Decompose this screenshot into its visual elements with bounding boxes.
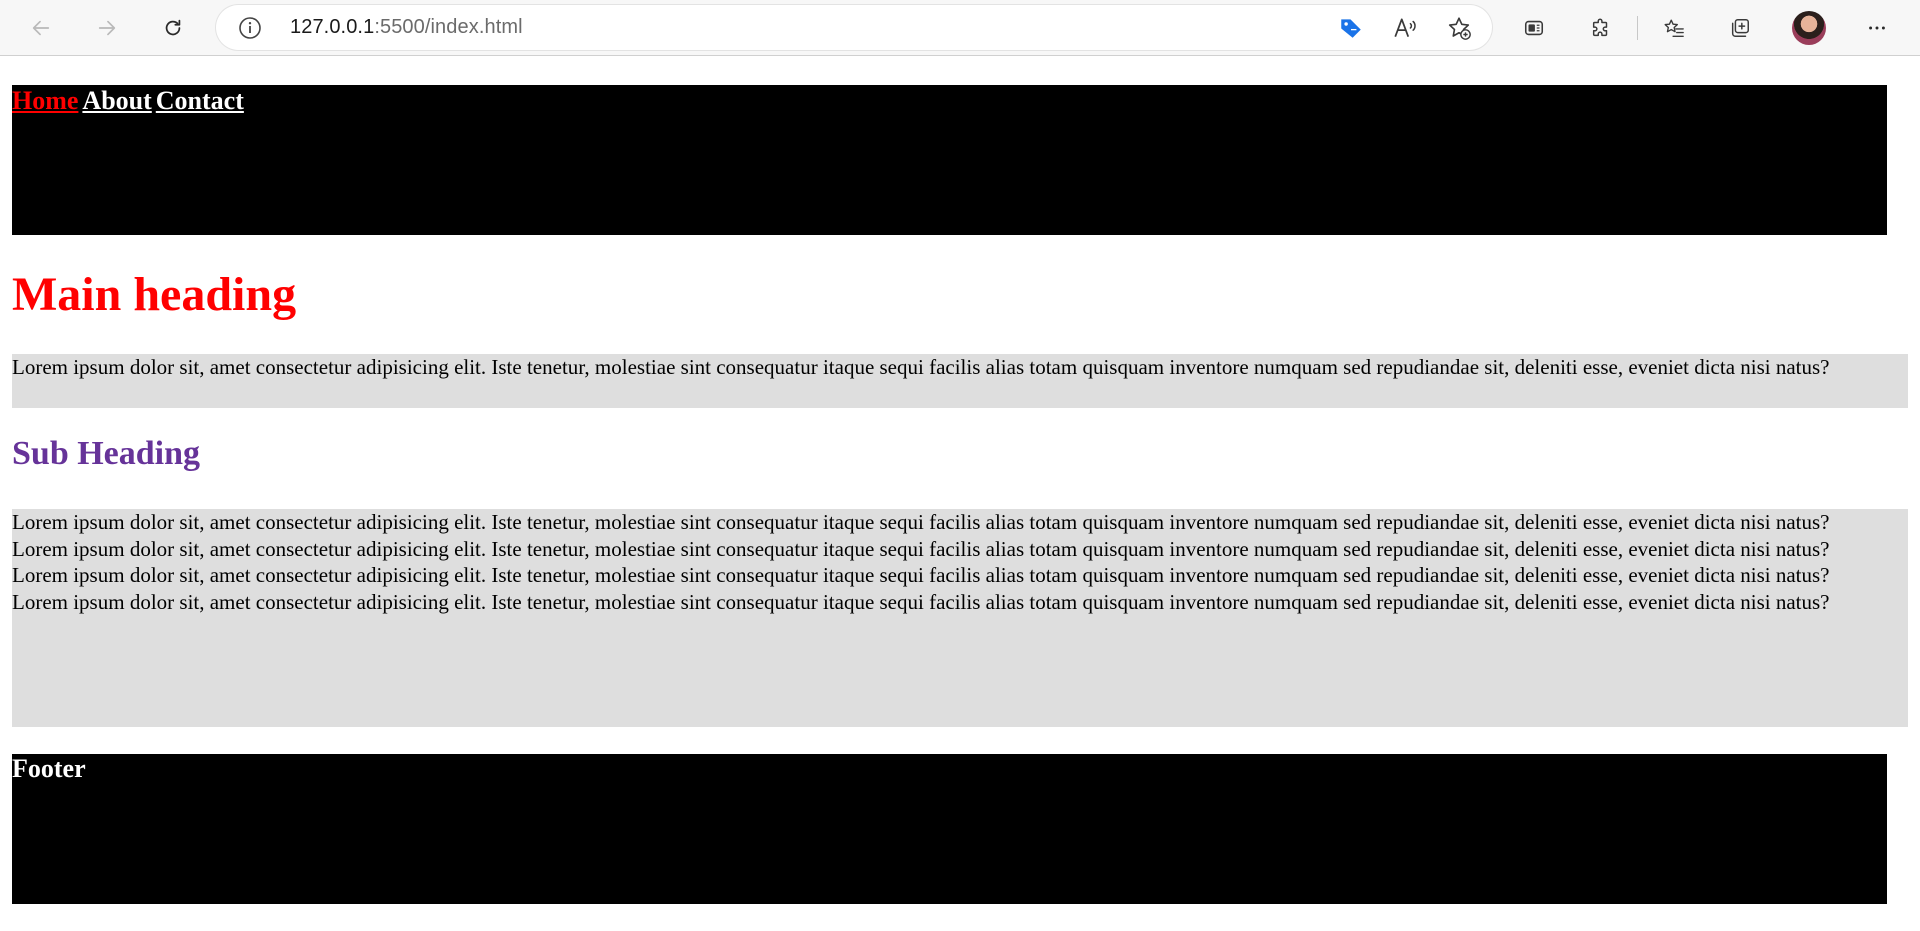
intro-paragraph: Lorem ipsum dolor sit, amet consectetur …	[12, 354, 1908, 408]
star-plus-icon[interactable]	[1444, 14, 1474, 42]
url-host: 127.0.0.1	[290, 16, 375, 38]
copilot-button[interactable]	[1515, 9, 1553, 47]
url-path: :5500/index.html	[374, 16, 523, 38]
favorites-button[interactable]	[1655, 9, 1693, 47]
refresh-icon	[165, 19, 181, 36]
collections-button[interactable]	[1721, 9, 1759, 47]
refresh-button[interactable]	[154, 9, 192, 47]
back-arrow-icon	[32, 20, 50, 36]
nav-link-contact[interactable]: Contact	[156, 86, 244, 115]
puzzle-icon	[1592, 18, 1608, 37]
back-button[interactable]	[22, 9, 60, 47]
browser-toolbar: 127.0.0.1:5500/index.html	[0, 0, 1920, 56]
favorites-icon	[1664, 19, 1684, 37]
forward-arrow-icon	[98, 20, 116, 36]
tag-icon[interactable]	[1336, 14, 1366, 42]
page-content: Home About Contact Main heading Lorem ipsu…	[0, 57, 1920, 931]
address-bar[interactable]: 127.0.0.1:5500/index.html	[216, 5, 1492, 50]
main-heading: Main heading	[12, 268, 297, 321]
more-icon	[1869, 26, 1885, 30]
read-aloud-icon[interactable]	[1390, 14, 1420, 42]
nav-link-home[interactable]: Home	[12, 86, 78, 115]
collections-icon	[1731, 19, 1749, 37]
profile-avatar[interactable]	[1792, 11, 1826, 45]
forward-button[interactable]	[88, 9, 126, 47]
site-header: Home About Contact	[12, 85, 1887, 235]
extensions-button[interactable]	[1582, 9, 1620, 47]
sub-heading: Sub Heading	[12, 435, 201, 472]
site-footer: Footer	[12, 754, 1887, 904]
copilot-icon	[1524, 20, 1544, 36]
nav-link-about[interactable]: About	[82, 86, 151, 115]
main-nav: Home About Contact	[12, 85, 248, 116]
info-icon[interactable]	[238, 16, 262, 40]
more-menu-button[interactable]	[1858, 9, 1896, 47]
toolbar-separator	[1637, 16, 1638, 40]
body-paragraph: Lorem ipsum dolor sit, amet consectetur …	[12, 509, 1908, 727]
footer-title: Footer	[12, 754, 86, 783]
url-text[interactable]: 127.0.0.1:5500/index.html	[290, 16, 523, 39]
